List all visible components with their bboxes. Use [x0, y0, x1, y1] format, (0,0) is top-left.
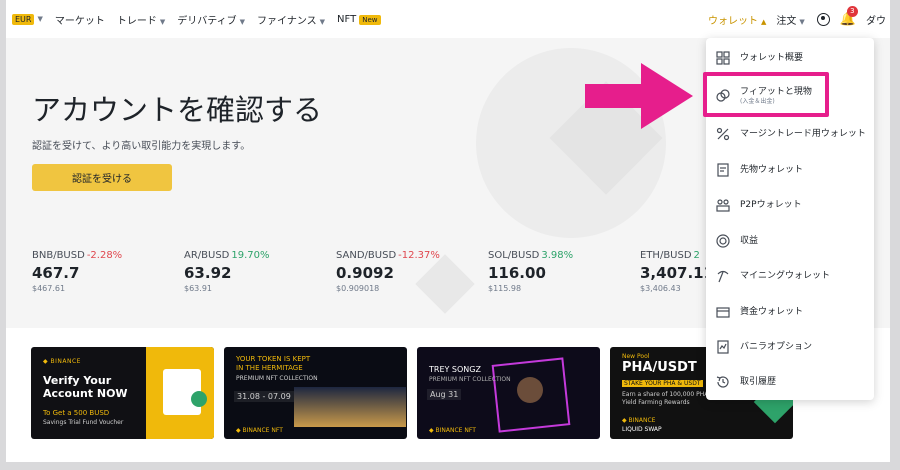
annotation-arrow-icon	[585, 63, 693, 129]
nav-nft[interactable]: NFT New	[337, 14, 381, 25]
percent-icon	[716, 127, 730, 141]
chevron-down-icon: ▼	[37, 15, 43, 23]
chevron-up-icon: ▲	[761, 17, 767, 26]
nav-download[interactable]: ダウ	[866, 12, 890, 27]
ticker-sand[interactable]: SAND/BUSD -12.37% 0.9092 $0.909018	[336, 250, 440, 293]
nav-right: ウォレット ▲ 注文 ▼ 🔔 3 ダウ	[708, 0, 890, 38]
chevron-down-icon: ▼	[319, 17, 326, 26]
highlight-box	[703, 72, 829, 117]
nav-trade[interactable]: トレード ▼	[117, 12, 165, 27]
futures-doc-icon	[717, 163, 729, 177]
grid-icon	[716, 51, 730, 65]
menu-item-funding-wallet[interactable]: 資金ウォレット	[706, 297, 874, 327]
menu-item-transaction-history[interactable]: 取引履歴	[706, 367, 874, 397]
p2p-icon	[716, 199, 730, 212]
banner-illustration	[294, 387, 406, 427]
menu-item-mining-wallet[interactable]: マイニングウォレット	[706, 261, 874, 291]
pickaxe-icon	[717, 270, 729, 283]
ticker-sol[interactable]: SOL/BUSD 3.98% 116.00 $115.98	[488, 250, 573, 293]
ticker-eth[interactable]: ETH/BUSD 2 3,407.11 $3,406.43	[640, 250, 714, 293]
menu-item-margin-wallet[interactable]: マージントレード用ウォレット	[706, 119, 874, 149]
history-icon	[716, 376, 729, 388]
menu-item-futures-wallet[interactable]: 先物ウォレット	[706, 155, 874, 185]
banner-verify[interactable]: ◆ BINANCE Verify Your Account NOW To Get…	[31, 347, 214, 439]
browser-frame: EUR ▼ マーケット トレード ▼ デリバティブ ▼ ファイナンス ▼ NFT New…	[6, 0, 890, 462]
top-nav: EUR ▼ マーケット トレード ▼ デリバティブ ▼ ファイナンス ▼ NFT New…	[6, 0, 890, 38]
nav-wallet[interactable]: ウォレット ▲	[708, 12, 766, 27]
menu-item-vanilla-options[interactable]: バニラオプション	[706, 332, 874, 362]
earn-ring-icon	[716, 234, 730, 248]
banner-hermitage[interactable]: YOUR TOKEN IS KEPT IN THE HERMITAGE PREM…	[224, 347, 407, 439]
menu-item-p2p-wallet[interactable]: P2Pウォレット	[706, 190, 874, 220]
chevron-down-icon: ▼	[799, 17, 805, 26]
funding-card-icon	[716, 307, 730, 318]
nav-derivatives[interactable]: デリバティブ ▼	[177, 12, 245, 27]
chevron-down-icon: ▼	[159, 17, 166, 26]
ticker-ar[interactable]: AR/BUSD 19.70% 63.92 $63.91	[184, 250, 270, 293]
chevron-down-icon: ▼	[239, 17, 246, 26]
nav-orders[interactable]: 注文 ▼	[776, 12, 804, 27]
user-icon[interactable]	[816, 12, 830, 26]
nav-finance[interactable]: ファイナンス ▼	[257, 12, 325, 27]
banner-trey-songz[interactable]: TREY SONGZ PREMIUM NFT COLLECTION Aug 31…	[417, 347, 600, 439]
options-doc-icon	[717, 340, 729, 354]
hero-subtitle: 認証を受けて、より高い取引能力を実現します。	[32, 141, 251, 152]
notification-count: 3	[846, 5, 858, 17]
portrait-image	[517, 377, 543, 403]
nav-markets[interactable]: マーケット	[55, 12, 105, 27]
bell-icon[interactable]: 🔔 3	[840, 5, 858, 27]
menu-item-earn[interactable]: 収益	[706, 226, 874, 256]
page-title: アカウントを確認する	[32, 93, 323, 127]
verify-button[interactable]: 認証を受ける	[32, 164, 172, 191]
currency-badge[interactable]: EUR	[12, 13, 35, 25]
check-icon	[191, 391, 207, 407]
menu-item-wallet-overview[interactable]: ウォレット概要	[706, 43, 874, 73]
ticker-bnb[interactable]: BNB/BUSD -2.28% 467.7 $467.61	[32, 250, 122, 293]
new-badge: New	[359, 14, 381, 25]
